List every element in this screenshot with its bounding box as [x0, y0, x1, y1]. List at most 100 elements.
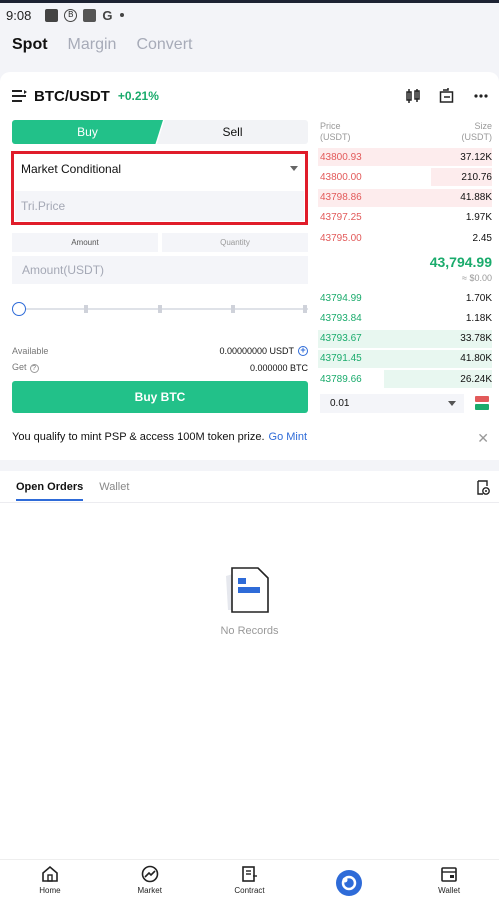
- row-size: 41.88K: [460, 192, 492, 204]
- depth-select[interactable]: 0.01: [320, 394, 464, 413]
- chevron-down-icon: [290, 166, 298, 171]
- status-time: 9:08: [6, 7, 32, 23]
- slider-tick[interactable]: [158, 305, 162, 313]
- row-price: 43793.67: [320, 333, 362, 345]
- nav-wallet[interactable]: Wallet: [399, 860, 499, 903]
- row-price: 43794.99: [320, 292, 362, 304]
- available-label: Available: [12, 346, 49, 356]
- wallet-icon: [441, 867, 457, 882]
- nav-contract-label: Contract: [234, 886, 265, 895]
- row-price: 43797.25: [320, 212, 362, 224]
- bid-row[interactable]: 43794.99 1.70K: [318, 289, 492, 307]
- slider-tick[interactable]: [84, 305, 88, 313]
- slider-knob[interactable]: [12, 302, 26, 316]
- row-size: 26.24K: [460, 373, 492, 385]
- nav-home[interactable]: Home: [0, 860, 100, 903]
- row-size: 2.45: [472, 232, 492, 244]
- row-size: 1.70K: [465, 292, 492, 304]
- go-mint-link[interactable]: Go Mint: [269, 431, 308, 443]
- ask-row[interactable]: 43797.25 1.97K: [318, 209, 492, 227]
- tab-spot[interactable]: Spot: [12, 36, 48, 54]
- tab-margin[interactable]: Margin: [68, 36, 117, 54]
- close-icon[interactable]: ✕: [477, 430, 489, 447]
- orders-tabs: Open Orders Wallet: [16, 481, 129, 501]
- market-icon: [141, 865, 158, 883]
- ask-row[interactable]: 43800.93 37.12K: [318, 148, 492, 166]
- help-icon[interactable]: ?: [29, 364, 39, 373]
- tab-wallet[interactable]: Wallet: [99, 481, 129, 501]
- row-price: 43798.86: [320, 192, 362, 204]
- row-size: 1.18K: [465, 312, 492, 324]
- ask-row[interactable]: 43800.00 210.76: [318, 168, 492, 187]
- nav-contract[interactable]: Contract: [200, 860, 300, 903]
- slider-tick[interactable]: [303, 305, 307, 313]
- order-type-value: Market Conditional: [21, 162, 122, 176]
- pair-header: BTC/USDT +0.21%: [12, 86, 489, 106]
- divider: [0, 502, 499, 503]
- status-bar: 9:08 B G: [0, 3, 499, 27]
- notification-icon: [45, 8, 59, 22]
- order-book-layout-icon[interactable]: [475, 396, 489, 410]
- promo-banner: You qualify to mint PSP & access 100M to…: [0, 419, 499, 455]
- row-price: 43795.00: [320, 232, 362, 244]
- price-header: Price: [320, 121, 341, 131]
- bid-row[interactable]: 43789.66 26.24K: [318, 370, 492, 389]
- row-price: 43789.66: [320, 373, 362, 385]
- ask-row[interactable]: 43795.00 2.45: [318, 229, 492, 247]
- pair-list-icon[interactable]: [12, 89, 28, 103]
- row-price: 43800.00: [320, 171, 362, 183]
- amount-tab[interactable]: Amount: [12, 233, 158, 252]
- row-size: 37.12K: [460, 151, 492, 163]
- more-icon[interactable]: [473, 88, 489, 104]
- last-price: 43,794.99: [429, 254, 492, 270]
- price-unit: (USDT): [320, 132, 351, 142]
- brand-logo-icon: [336, 870, 363, 896]
- bid-row[interactable]: 43791.45 41.80K: [318, 349, 492, 368]
- promo-text: You qualify to mint PSP & access 100M to…: [12, 431, 265, 443]
- tab-convert[interactable]: Convert: [136, 36, 192, 54]
- ask-row[interactable]: 43798.86 41.88K: [318, 188, 492, 207]
- order-type-select[interactable]: Market Conditional: [15, 155, 304, 183]
- pair-change: +0.21%: [117, 89, 159, 103]
- bottom-nav: Home Market Contract Wallet: [0, 859, 499, 903]
- quantity-tab[interactable]: Quantity: [162, 233, 308, 252]
- empty-state-text: No Records: [220, 625, 279, 637]
- amount-quantity-toggle: Amount Quantity: [12, 233, 308, 252]
- nav-home-label: Home: [39, 886, 61, 895]
- nav-market-label: Market: [137, 886, 162, 895]
- order-history-icon[interactable]: [476, 480, 490, 495]
- app-icon: [83, 8, 97, 22]
- sell-tab[interactable]: Sell: [157, 120, 308, 144]
- buy-sell-toggle: Buy Sell: [12, 120, 308, 144]
- tab-open-orders[interactable]: Open Orders: [16, 481, 84, 501]
- available-row: Available 0.00000000 USDT +: [12, 346, 308, 356]
- trigger-price-input[interactable]: Tri.Price: [15, 191, 304, 221]
- buy-tab[interactable]: Buy: [12, 120, 163, 144]
- orders-panel: [0, 471, 499, 861]
- candlestick-chart-icon[interactable]: [405, 88, 421, 104]
- nav-market[interactable]: Market: [100, 860, 200, 903]
- slider-tick[interactable]: [231, 305, 235, 313]
- home-icon: [42, 865, 58, 882]
- row-price: 43791.45: [320, 353, 362, 365]
- no-records-document-icon: [226, 567, 269, 613]
- nav-center-action[interactable]: [299, 860, 399, 903]
- row-price: 43793.84: [320, 312, 362, 324]
- order-book-header: Price (USDT) Size (USDT): [320, 121, 492, 143]
- size-header: Size: [474, 121, 492, 131]
- buy-btc-button[interactable]: Buy BTC: [12, 381, 308, 413]
- pair-name[interactable]: BTC/USDT: [34, 88, 110, 105]
- get-label: Get: [12, 362, 27, 372]
- transfer-icon[interactable]: [439, 88, 455, 104]
- bybit-icon: B: [64, 8, 78, 22]
- get-row: Get? 0.000000 BTC: [12, 362, 308, 373]
- row-size: 1.97K: [465, 212, 492, 224]
- amount-slider[interactable]: [12, 302, 308, 316]
- bid-row[interactable]: 43793.67 33.78K: [318, 329, 492, 348]
- row-price: 43800.93: [320, 151, 362, 163]
- row-size: 33.78K: [460, 333, 492, 345]
- row-size: 210.76: [461, 171, 492, 183]
- deposit-plus-icon[interactable]: +: [298, 346, 308, 356]
- bid-row[interactable]: 43793.84 1.18K: [318, 309, 492, 327]
- amount-input[interactable]: Amount(USDT): [12, 256, 308, 284]
